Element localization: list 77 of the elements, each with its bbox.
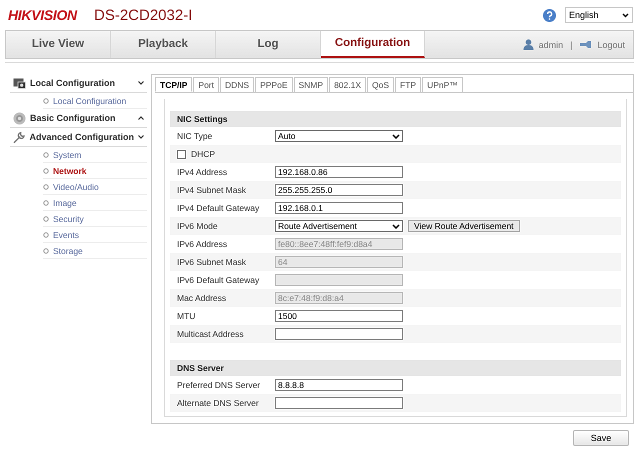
field-label: MTU (177, 311, 196, 321)
section-header: DNS Server (170, 360, 621, 376)
sub-tab[interactable]: Port (193, 77, 219, 92)
save-button[interactable]: Save (573, 430, 629, 446)
user-icon (522, 39, 534, 50)
field-label: IPv4 Address (177, 167, 228, 177)
sub-tab[interactable]: UPnP™ (422, 77, 463, 92)
sub-tab[interactable]: QoS (367, 77, 394, 92)
field-label: IPv6 Address (177, 239, 228, 249)
sidebar-item[interactable]: System (43, 147, 147, 163)
field-label: Multicast Address (177, 329, 245, 339)
sidebar-item[interactable]: Events (43, 227, 147, 243)
input-field[interactable]: 1500 (275, 310, 403, 322)
caret-icon (138, 81, 144, 85)
model-name: DS-2CD2032-I (94, 6, 192, 24)
bullet-icon (43, 168, 49, 174)
view-route-button[interactable]: View Route Advertisement (408, 220, 520, 232)
help-icon[interactable] (543, 8, 556, 22)
section-header: NIC Settings (170, 111, 621, 127)
checkbox[interactable] (177, 150, 186, 158)
nav-tab[interactable]: Live View (6, 31, 111, 58)
caret-icon (138, 135, 144, 139)
field-label: IPv6 Subnet Mask (177, 257, 247, 267)
caret-icon (622, 12, 629, 18)
sub-tab[interactable]: FTP (395, 77, 422, 92)
dropdown[interactable]: Auto (275, 130, 403, 142)
field-label: IPv6 Mode (177, 221, 219, 231)
bullet-icon (43, 152, 49, 158)
bullet-icon (43, 98, 49, 104)
logout-link[interactable]: Logout (597, 40, 625, 50)
sidebar-group[interactable]: Advanced Configuration (10, 128, 147, 147)
caret-icon (138, 116, 144, 120)
sub-tab[interactable]: TCP/IP (155, 77, 192, 92)
sidebar-item[interactable]: Storage (43, 243, 147, 259)
sub-tab[interactable]: 802.1X (329, 77, 366, 92)
nav-tab[interactable]: Configuration (321, 31, 425, 58)
bullet-icon (43, 200, 49, 206)
field-label: IPv4 Default Gateway (177, 203, 260, 213)
sub-tab[interactable]: PPPoE (255, 77, 292, 92)
input-field[interactable] (275, 397, 403, 409)
bullet-icon (43, 248, 49, 254)
bullet-icon (43, 232, 49, 238)
username: admin (538, 40, 564, 50)
separator: | (570, 40, 572, 50)
field-label: IPv6 Default Gateway (177, 275, 260, 285)
sidebar-item[interactable]: Video/Audio (43, 179, 147, 195)
field-label: IPv4 Subnet Mask (177, 185, 247, 195)
sub-tab[interactable]: DDNS (220, 77, 254, 92)
sidebar-item[interactable]: Security (43, 211, 147, 227)
field-label: Preferred DNS Server (177, 380, 262, 390)
gear-icon (13, 112, 26, 124)
field-label: Mac Address (177, 293, 228, 303)
caret-icon (392, 134, 400, 138)
sidebar-group[interactable]: Local Configuration (10, 74, 147, 93)
sidebar-item[interactable]: Image (43, 195, 147, 211)
monitor-icon (13, 78, 26, 88)
field-label: NIC Type (177, 131, 214, 141)
input-field[interactable] (275, 328, 403, 340)
input-field[interactable]: 8.8.8.8 (275, 379, 403, 391)
input-field[interactable]: 192.168.0.1 (275, 202, 403, 214)
sidebar-item[interactable]: Local Configuration (43, 93, 147, 109)
field-label: DHCP (191, 149, 216, 159)
logout-icon[interactable] (579, 40, 592, 49)
input-field[interactable]: 192.168.0.86 (275, 166, 403, 178)
dropdown[interactable]: Route Advertisement (275, 220, 403, 232)
field-label: Alternate DNS Server (177, 398, 260, 408)
bullet-icon (43, 184, 49, 190)
caret-icon (392, 224, 400, 228)
bullet-icon (43, 216, 49, 222)
input-field[interactable]: 255.255.255.0 (275, 184, 403, 196)
sidebar-group[interactable]: Basic Configuration (10, 109, 147, 128)
nav-tab[interactable]: Playback (111, 31, 216, 58)
language-select[interactable]: English (565, 7, 633, 23)
wrench-icon (13, 130, 26, 144)
logo: HIKVISION (8, 7, 78, 23)
sub-tab[interactable]: SNMP (294, 77, 328, 92)
sidebar-item[interactable]: Network (43, 163, 147, 179)
